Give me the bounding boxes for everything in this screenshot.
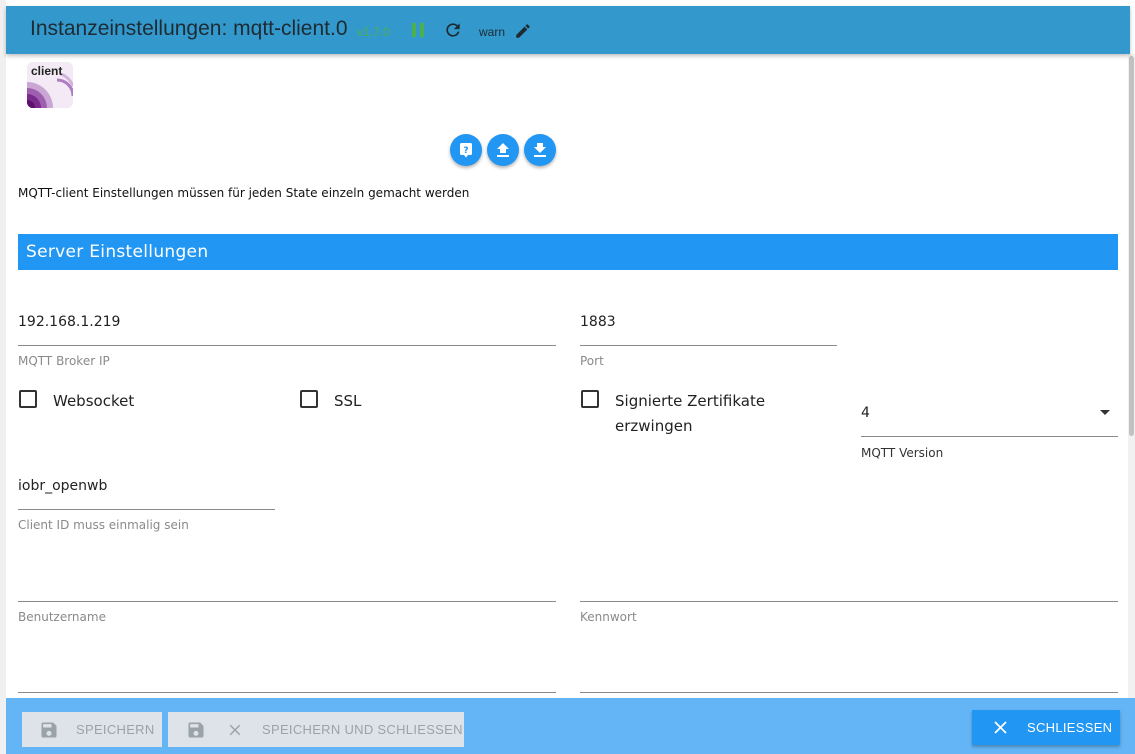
adapter-logo: client <box>27 62 73 108</box>
username-underline <box>18 601 556 602</box>
ssl-label[interactable]: SSL <box>334 392 361 410</box>
refresh-icon[interactable] <box>443 20 463 40</box>
close-button-label: SCHLIESSEN <box>1027 720 1113 735</box>
client-id-value[interactable]: iobr_openwb <box>18 478 107 494</box>
ssl-checkbox[interactable] <box>300 390 318 408</box>
upload-icon <box>497 143 509 157</box>
pencil-icon[interactable] <box>514 22 532 40</box>
download-icon <box>534 143 546 157</box>
port-label: Port <box>580 354 604 368</box>
username-field[interactable]: Benutzername <box>18 570 556 630</box>
mqtt-version-value[interactable]: 4 <box>861 405 870 421</box>
close-icon <box>229 724 241 736</box>
save-and-close-button-label: SPEICHERN UND SCHLIESSEN <box>262 722 463 737</box>
broker-ip-field[interactable]: 192.168.1.219 MQTT Broker IP <box>18 314 556 374</box>
client-id-underline <box>18 509 275 510</box>
client-id-label: Client ID muss einmalig sein <box>18 518 189 532</box>
help-button[interactable]: ? <box>450 134 482 166</box>
port-value[interactable]: 1883 <box>580 314 616 330</box>
logo-label: client <box>31 64 63 78</box>
upload-button[interactable] <box>487 134 519 166</box>
password-underline <box>580 601 1118 602</box>
next-field-underline-right <box>580 692 1118 693</box>
window-edge <box>0 0 6 754</box>
username-label: Benutzername <box>18 610 106 624</box>
mqtt-version-underline <box>861 436 1118 437</box>
title-bar: Instanzeinstellungen: mqtt-client.0 v1.7… <box>6 6 1130 54</box>
pause-icon[interactable] <box>412 23 424 37</box>
mqtt-version-label: MQTT Version <box>861 446 944 460</box>
broker-ip-underline <box>18 345 556 346</box>
signed-certificates-checkbox[interactable] <box>581 390 599 408</box>
broker-ip-label: MQTT Broker IP <box>18 354 110 368</box>
close-button[interactable]: SCHLIESSEN <box>972 710 1120 745</box>
close-icon <box>994 721 1007 734</box>
scrollbar-thumb[interactable] <box>1129 56 1134 436</box>
section-title: Server Einstellungen <box>26 242 209 262</box>
save-icon <box>188 722 204 738</box>
port-underline <box>580 345 837 346</box>
help-icon: ? <box>460 143 472 158</box>
svg-text:?: ? <box>463 146 468 156</box>
section-header: Server Einstellungen <box>18 234 1118 270</box>
adapter-version: v1.7.0 <box>357 25 390 39</box>
signed-certificates-label-line1[interactable]: Signierte Zertifikate <box>615 392 765 410</box>
password-field[interactable]: Kennwort <box>580 570 1118 630</box>
port-field[interactable]: 1883 Port <box>580 314 837 374</box>
broker-ip-value[interactable]: 192.168.1.219 <box>18 314 120 330</box>
scrollbar[interactable] <box>1128 54 1135 699</box>
dialog-title: Instanzeinstellungen: mqtt-client.0 <box>30 17 348 40</box>
save-icon <box>41 722 57 738</box>
footer-bar: SPEICHERN SPEICHERN UND SCHLIESSEN SCHLI… <box>6 698 1135 754</box>
next-field-underline-left <box>18 692 556 693</box>
save-and-close-button[interactable]: SPEICHERN UND SCHLIESSEN <box>168 712 464 747</box>
websocket-checkbox[interactable] <box>19 390 37 408</box>
save-button[interactable]: SPEICHERN <box>22 712 162 747</box>
chevron-down-icon[interactable] <box>1100 410 1110 415</box>
websocket-label[interactable]: Websocket <box>53 392 134 410</box>
log-level[interactable]: warn <box>479 25 505 39</box>
client-id-field[interactable]: iobr_openwb Client ID muss einmalig sein <box>18 478 275 538</box>
save-button-label: SPEICHERN <box>76 722 155 737</box>
signed-certificates-label-line2[interactable]: erzwingen <box>615 417 692 435</box>
password-label: Kennwort <box>580 610 637 624</box>
info-text: MQTT-client Einstellungen müssen für jed… <box>18 186 470 200</box>
instance-settings-dialog: Instanzeinstellungen: mqtt-client.0 v1.7… <box>0 0 1135 754</box>
download-button[interactable] <box>524 134 556 166</box>
mqtt-version-select[interactable]: 4 MQTT Version <box>861 405 1118 465</box>
